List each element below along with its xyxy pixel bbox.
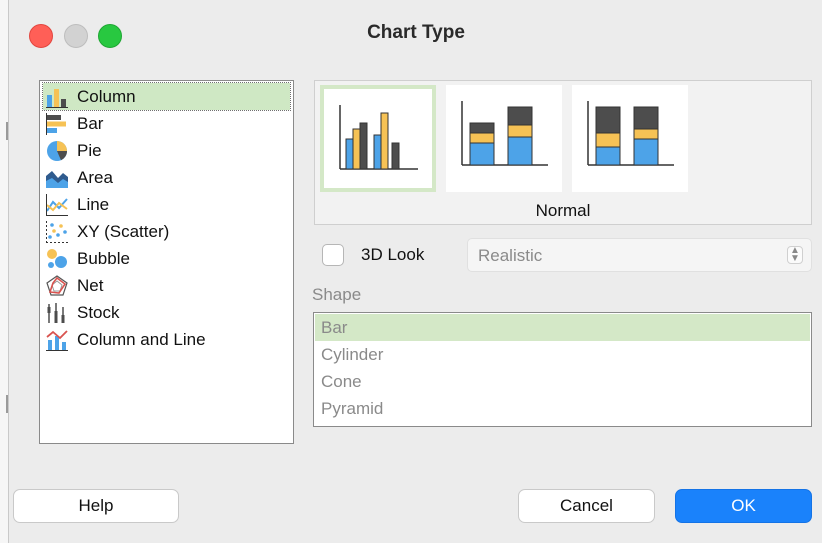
bar-chart-icon (46, 112, 66, 135)
variant-percent-stacked-column[interactable] (572, 85, 688, 192)
chart-type-label: Column and Line (77, 329, 206, 349)
variant-caption: Normal (535, 201, 591, 220)
dialog-title: Chart Type (367, 22, 465, 43)
chart-type-item-line[interactable]: Line (43, 191, 290, 218)
chart-type-item-xy-scatter[interactable]: XY (Scatter) (43, 218, 290, 245)
variant-stacked-column[interactable] (446, 85, 562, 192)
chart-type-item-area[interactable]: Area (43, 164, 290, 191)
ok-button[interactable]: OK (675, 489, 812, 523)
chart-type-label: Bar (77, 113, 104, 133)
3d-look-checkbox[interactable] (322, 244, 344, 266)
cancel-button[interactable]: Cancel (518, 489, 655, 523)
stock-chart-icon (47, 302, 65, 323)
chart-subtype-panel: Normal (314, 80, 812, 225)
chart-type-label: Net (77, 275, 104, 295)
chart-type-label: Column (77, 86, 136, 106)
chart-type-label: Stock (77, 302, 120, 322)
variant-normal-column[interactable] (320, 85, 436, 192)
chart-type-item-bubble[interactable]: Bubble (43, 245, 290, 272)
background-window-edge (0, 0, 9, 543)
chart-type-item-stock[interactable]: Stock (43, 299, 290, 326)
shape-label: Shape (312, 285, 362, 304)
shape-item-bar[interactable]: Bar (315, 314, 810, 341)
chart-type-label: Area (77, 167, 113, 187)
chart-type-label: Bubble (77, 248, 130, 268)
3d-scheme-value: Realistic (478, 246, 543, 265)
chart-type-label: XY (Scatter) (77, 221, 170, 241)
updown-chevron-icon: ▲ ▼ (787, 246, 803, 264)
line-chart-icon (46, 193, 68, 216)
shape-item-cylinder[interactable]: Cylinder (315, 341, 810, 368)
chart-type-item-column[interactable]: Column (42, 82, 291, 111)
area-chart-icon (46, 170, 68, 188)
column-and-line-chart-icon (46, 329, 68, 351)
title-bar: Chart Type (9, 0, 822, 64)
pie-chart-icon (47, 140, 68, 161)
column-chart-icon (46, 88, 68, 108)
stacked-column-icon (461, 101, 548, 166)
shape-item-pyramid[interactable]: Pyramid (315, 395, 810, 422)
chart-type-list[interactable]: Column Bar Pie Area Line XY (Scatter) Bu… (39, 80, 294, 444)
chart-type-item-column-and-line[interactable]: Column and Line (43, 326, 290, 353)
chart-type-item-bar[interactable]: Bar (43, 110, 290, 137)
chart-type-label: Pie (77, 140, 102, 160)
normal-column-icon (339, 105, 418, 170)
help-button[interactable]: Help (13, 489, 179, 523)
chart-type-item-net[interactable]: Net (43, 272, 290, 299)
3d-look-label: 3D Look (361, 245, 425, 264)
chart-type-label: Line (77, 194, 110, 214)
percent-stacked-column-icon (587, 101, 674, 166)
chart-type-item-pie[interactable]: Pie (43, 137, 290, 164)
chart-type-dialog: Chart Type Column Bar Pie Area Line XY (… (8, 0, 822, 543)
3d-scheme-select[interactable]: Realistic ▲ ▼ (467, 238, 812, 272)
net-chart-icon (46, 274, 68, 296)
scatter-chart-icon (46, 220, 68, 243)
shape-list[interactable]: Bar Cylinder Cone Pyramid (313, 312, 812, 427)
bubble-chart-icon (47, 248, 67, 268)
shape-item-cone[interactable]: Cone (315, 368, 810, 395)
